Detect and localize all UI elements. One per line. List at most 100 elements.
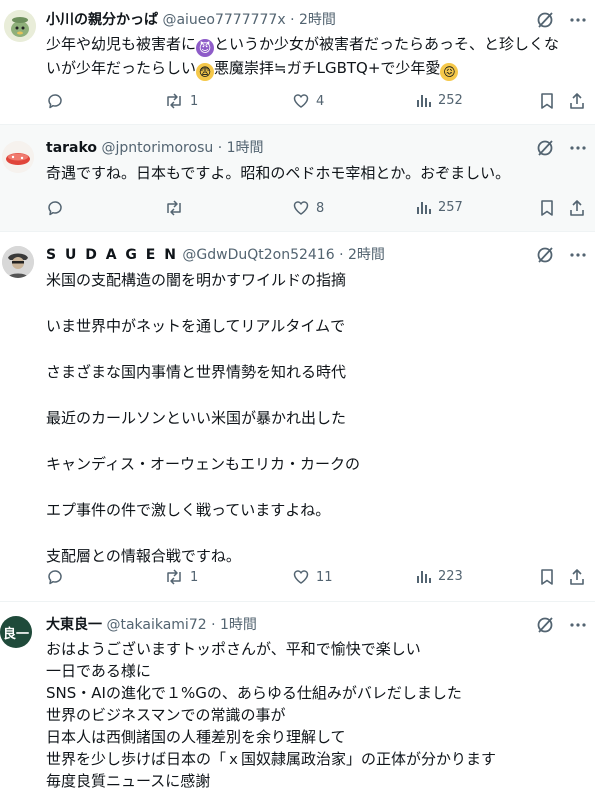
views-count: 257	[438, 199, 463, 215]
post-4[interactable]: 良一 大東良一 @takaikami72 · 1時間 おはようございますトッポさ…	[0, 602, 595, 800]
post-text-line: 奇遇ですね。日本もですよ。昭和のペドホモ宰相とか。おぞましい。	[46, 164, 511, 182]
separator-dot: ·	[339, 247, 344, 263]
repost-button[interactable]: 1	[164, 92, 198, 110]
reply-button[interactable]	[46, 568, 70, 586]
post-text-line: 米国の支配構造の闇を明かすワイルドの指摘	[46, 271, 347, 289]
post-text-line: エプ事件の件で激しく戦っていますよね。	[46, 501, 331, 519]
views-count: 223	[438, 568, 463, 584]
grok-slash-icon[interactable]	[535, 138, 555, 158]
post-text: 少年や幼児も被害者に 😈 というか少女が被害者だったらあっそ、と珍しくな いが少年だ…	[46, 33, 585, 81]
share-upload-icon	[568, 199, 586, 217]
post-time[interactable]: 2時間	[299, 12, 336, 28]
like-button[interactable]: 11	[292, 568, 333, 586]
anxious-face-emoji: 😨	[196, 63, 215, 81]
grok-slash-icon[interactable]	[535, 10, 555, 30]
avatar[interactable]	[4, 10, 36, 42]
devil-emoji: 😈	[196, 39, 215, 57]
author-handle[interactable]: @GdwDuQt2on52416	[182, 247, 334, 263]
repost-button[interactable]: 1	[164, 568, 198, 586]
author-handle[interactable]: @jpntorimorosu	[102, 140, 214, 156]
heart-icon	[292, 568, 310, 586]
separator-dot: ·	[217, 140, 223, 156]
views-bar-chart-icon	[416, 92, 432, 108]
share-button[interactable]	[568, 92, 586, 110]
reply-bubble-icon	[46, 568, 64, 586]
more-dots-icon[interactable]	[569, 139, 587, 157]
repost-arrows-icon	[164, 199, 184, 217]
views-bar-chart-icon	[416, 199, 432, 215]
views-count: 252	[438, 92, 463, 108]
separator-dot: ·	[211, 617, 216, 633]
post-text-line: キャンディス・オーウェンもエリカ・カークの	[46, 455, 360, 473]
bookmark-icon	[539, 92, 555, 110]
repost-button[interactable]	[164, 199, 190, 217]
like-count: 11	[316, 569, 333, 585]
post-text-line: いま世界中がネットを通してリアルタイムで	[46, 317, 346, 335]
reply-bubble-icon	[46, 199, 64, 217]
reply-button[interactable]	[46, 199, 70, 217]
avatar[interactable]: 良一	[0, 616, 32, 648]
bookmark-button[interactable]	[539, 568, 555, 586]
share-upload-icon	[568, 568, 586, 586]
repost-count: 1	[190, 569, 199, 585]
grok-slash-icon[interactable]	[535, 615, 555, 635]
portrait-avatar-icon	[2, 246, 34, 278]
author-name[interactable]: 大東良一	[46, 617, 102, 633]
tarako-avatar-icon	[2, 141, 34, 173]
post-text-line: 最近のカールソンといい米国が暴かれ出した	[46, 409, 347, 427]
reply-bubble-icon	[46, 92, 64, 110]
post-text-segment: いが少年だったらしい	[46, 59, 197, 77]
bookmark-button[interactable]	[539, 199, 555, 217]
avatar[interactable]	[2, 141, 34, 173]
grok-slash-icon[interactable]	[535, 245, 555, 265]
post-2[interactable]: tarako @jpntorimorosu · 1時間 奇遇ですね。日本もですよ…	[0, 125, 595, 232]
post-text-line: さまざまな国内事情と世界情勢を知れる時代	[46, 363, 347, 381]
views-bar-chart-icon	[416, 568, 432, 584]
share-button[interactable]	[568, 199, 586, 217]
author-name[interactable]: tarako	[46, 140, 97, 156]
bookmark-icon	[539, 568, 555, 586]
more-dots-icon[interactable]	[569, 246, 587, 264]
post-3[interactable]: S U D A G E N @GdwDuQt2on52416 · 2時間 米国の…	[0, 232, 595, 602]
like-count: 4	[316, 93, 325, 109]
share-button[interactable]	[568, 568, 586, 586]
more-dots-icon[interactable]	[569, 616, 587, 634]
confounded-face-emoji: 😖	[440, 63, 459, 81]
post-time[interactable]: 2時間	[348, 247, 385, 263]
post-text-line: おはようございますトッポさんが、平和で愉快で楽しい	[46, 640, 421, 658]
bookmark-button[interactable]	[539, 92, 555, 110]
author-handle[interactable]: @takaikami72	[106, 617, 206, 633]
reply-button[interactable]	[46, 92, 70, 110]
avatar[interactable]	[2, 246, 34, 278]
repost-arrows-icon	[164, 92, 184, 110]
post-text-line: 日本人は西側諸国の人種差別を余り理解して	[46, 728, 346, 746]
like-count: 8	[316, 200, 325, 216]
post-time[interactable]: 1時間	[220, 617, 257, 633]
post-text-segment: というか少女が被害者だったらあっそ、と珍しくな	[214, 35, 560, 53]
separator-dot: ·	[290, 12, 295, 28]
repost-count: 1	[190, 93, 199, 109]
post-text-line: SNS・AIの進化で１%Gの、あらゆる仕組みがバレだしました	[46, 684, 462, 702]
views-button[interactable]: 257	[416, 199, 463, 215]
author-name[interactable]: 小川の親分かっぱ	[46, 12, 158, 28]
post-text-line: 毎度良質ニュースに感謝	[46, 772, 211, 790]
post-1[interactable]: 小川の親分かっぱ @aiueo7777777x · 2時間 少年や幼児も被害者に…	[0, 0, 595, 125]
post-text-line: 支配層との情報合戦ですね。	[46, 547, 241, 565]
post-text-segment: 悪魔崇拝≒ガチLGBTQ+で少年愛	[214, 59, 441, 77]
views-button[interactable]: 252	[416, 92, 463, 108]
author-handle[interactable]: @aiueo7777777x	[162, 12, 285, 28]
post-text-segment: 少年や幼児も被害者に	[46, 35, 197, 53]
heart-icon	[292, 92, 310, 110]
views-button[interactable]: 223	[416, 568, 463, 584]
kappa-avatar-icon	[4, 10, 36, 42]
like-button[interactable]: 8	[292, 199, 324, 217]
like-button[interactable]: 4	[292, 92, 324, 110]
more-dots-icon[interactable]	[569, 11, 587, 29]
post-text-line: 世界のビジネスマンでの常識の事が	[46, 706, 286, 724]
author-name[interactable]: S U D A G E N	[46, 247, 178, 263]
post-text-line: 世界を少し歩けば日本の「ｘ国奴隷属政治家」の正体が分かります	[46, 750, 497, 768]
post-text: おはようございますトッポさんが、平和で愉快で楽しい 一日である様に SNS・AI…	[46, 638, 585, 792]
post-time[interactable]: 1時間	[227, 140, 264, 156]
avatar-text: 良一	[2, 626, 29, 642]
heart-icon	[292, 199, 310, 217]
